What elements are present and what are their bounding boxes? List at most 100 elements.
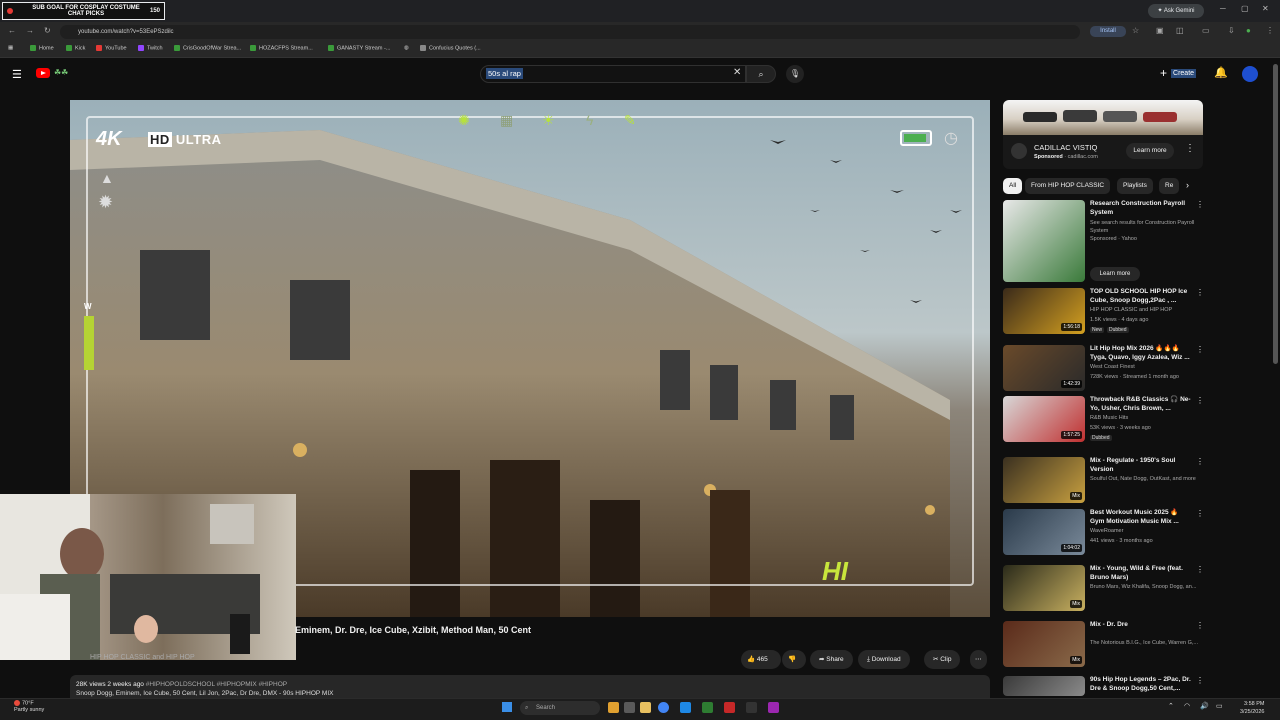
bookmark-crisgoodofwar[interactable]: CrisGoodOfWar Strea... — [174, 45, 241, 51]
like-button[interactable]: 👍 465 — [741, 650, 781, 669]
edge-icon[interactable] — [680, 702, 691, 713]
video-title-link[interactable]: Lit Hip Hop Mix 2026 🔥🔥🔥 Tyga, Quavo, Ig… — [1090, 345, 1194, 362]
browser-tab[interactable]: SUB GOAL FOR COSPLAY COSTUME CHAT PICKS 1… — [2, 2, 165, 20]
bookmark-globe[interactable]: ◍ — [404, 45, 409, 51]
chevron-right-icon[interactable]: › — [1186, 180, 1189, 190]
extension-icon[interactable]: ▣ — [1156, 26, 1164, 35]
channel-name[interactable]: HIP HOP CLASSIC and HIP HOP — [90, 654, 195, 661]
youtube-logo[interactable] — [36, 68, 50, 78]
more-options-icon[interactable]: ⋮ — [1196, 565, 1204, 574]
task-view-icon[interactable] — [624, 702, 635, 713]
obs-icon[interactable] — [724, 702, 735, 713]
xbox-icon[interactable] — [702, 702, 713, 713]
video-channel[interactable]: West Coast Finest — [1090, 364, 1202, 370]
clear-search-icon[interactable]: ✕ — [733, 67, 741, 78]
ad-title[interactable]: CADILLAC VISTIQ — [1034, 143, 1097, 152]
more-options-icon[interactable]: ⋮ — [1196, 345, 1204, 354]
more-options-icon[interactable]: ⋮ — [1196, 457, 1204, 466]
video-channel[interactable]: See search results for Construction Payr… — [1090, 219, 1202, 235]
weather-widget[interactable]: 70°F Partly sunny — [14, 700, 44, 714]
tray-chevron-icon[interactable]: ⌃ — [1168, 702, 1174, 710]
video-title-link[interactable]: TOP OLD SCHOOL HIP HOP Ice Cube, Snoop D… — [1090, 288, 1194, 305]
bookmark-twitch[interactable]: Twitch — [138, 45, 163, 51]
video-thumbnail[interactable]: 1:04:02 — [1003, 509, 1085, 555]
create-button[interactable]: + Create — [1160, 66, 1197, 80]
chip-from-channel[interactable]: From HIP HOP CLASSIC — [1025, 178, 1111, 194]
sponsored-learn-more-button[interactable]: Learn more — [1090, 267, 1140, 281]
video-title-link[interactable]: Mix - Regulate - 1950's Soul Version — [1090, 457, 1194, 474]
browser-menu-icon[interactable]: ⋮ — [1266, 26, 1274, 35]
forward-icon[interactable]: → — [26, 26, 34, 35]
video-thumbnail[interactable]: Mix — [1003, 565, 1085, 611]
more-options-icon[interactable]: ⋮ — [1196, 621, 1204, 630]
wifi-icon[interactable]: ◠ — [1184, 702, 1190, 710]
chip-related[interactable]: Re — [1159, 178, 1180, 194]
search-button[interactable]: ⌕ — [746, 65, 776, 83]
video-channel[interactable]: The Notorious B.I.G., Ice Cube, Warren G… — [1090, 640, 1202, 646]
video-thumbnail[interactable]: 1:57:25 — [1003, 396, 1085, 442]
file-explorer-icon[interactable] — [640, 702, 651, 713]
volume-icon[interactable]: 🔊 — [1200, 702, 1209, 710]
video-thumbnail[interactable]: 1:42:39 — [1003, 345, 1085, 391]
bookmark-youtube[interactable]: YouTube — [96, 45, 127, 51]
bookmark-kick[interactable]: Kick — [66, 45, 85, 51]
page-scrollbar[interactable] — [1273, 64, 1278, 364]
profile-icon[interactable]: ● — [1246, 26, 1251, 35]
doodle-icon[interactable]: ☘☘ — [54, 68, 68, 77]
chip-playlists[interactable]: Playlists — [1117, 178, 1153, 194]
bookmark-hozacfps[interactable]: HOZACFPS Stream... — [250, 45, 313, 51]
more-options-icon[interactable]: ⋮ — [1196, 396, 1204, 405]
more-actions-button[interactable]: ⋯ — [970, 650, 987, 669]
reload-icon[interactable]: ↻ — [44, 26, 51, 35]
downloads-icon[interactable]: ⇩ — [1228, 26, 1235, 35]
bookmark-home[interactable]: Home — [30, 45, 54, 51]
video-channel[interactable]: WaveRoamer — [1090, 528, 1202, 534]
video-thumbnail[interactable] — [1003, 676, 1085, 696]
install-button[interactable]: Install — [1090, 26, 1126, 37]
avatar[interactable] — [1242, 66, 1258, 82]
dislike-button[interactable]: 👎 — [782, 650, 806, 669]
video-thumbnail[interactable] — [1003, 200, 1085, 282]
video-title-link[interactable]: 90s Hip Hop Legends – 2Pac, Dr. Dre & Sn… — [1090, 676, 1194, 693]
video-channel[interactable]: R&B Music Hits — [1090, 415, 1202, 421]
video-thumbnail[interactable]: Mix — [1003, 457, 1085, 503]
video-title-link[interactable]: Research Construction Payroll System — [1090, 200, 1194, 217]
battery-tray-icon[interactable]: ▭ — [1216, 702, 1223, 710]
back-icon[interactable]: ← — [8, 26, 16, 35]
taskbar-app-icon[interactable] — [608, 702, 619, 713]
terminal-icon[interactable] — [746, 702, 757, 713]
ask-gemini-button[interactable]: ✦ Ask Gemini — [1148, 4, 1204, 18]
maximize-icon[interactable]: ▢ — [1241, 4, 1249, 13]
more-options-icon[interactable]: ⋮ — [1196, 288, 1204, 297]
ad-learn-more-button[interactable]: Learn more — [1126, 143, 1174, 159]
sidepanel-icon[interactable]: ▭ — [1202, 26, 1210, 35]
video-channel[interactable]: Soulful Out, Nate Dogg, OutKast, and mor… — [1090, 476, 1202, 482]
hamburger-menu-icon[interactable]: ☰ — [12, 68, 22, 81]
close-window-icon[interactable]: ✕ — [1262, 4, 1269, 13]
video-thumbnail[interactable]: Mix — [1003, 621, 1085, 667]
minimize-icon[interactable]: ─ — [1220, 4, 1226, 13]
more-options-icon[interactable]: ⋮ — [1196, 200, 1204, 209]
video-title-link[interactable]: Mix - Dr. Dre — [1090, 621, 1194, 630]
url-field[interactable]: youtube.com/watch?v=53EePSzdilc — [60, 25, 1080, 39]
download-button[interactable]: ⤓ Download — [858, 650, 910, 669]
ad-banner-image[interactable] — [1003, 100, 1203, 135]
taskbar-search[interactable]: ⌕ Search — [520, 701, 600, 715]
bookmark-confucius[interactable]: Confucius Quotes (... — [420, 45, 481, 51]
share-button[interactable]: ➦ Share — [810, 650, 853, 669]
video-title-link[interactable]: Throwback R&B Classics 🎧 Ne-Yo, Usher, C… — [1090, 396, 1194, 413]
puzzle-icon[interactable]: ◫ — [1176, 26, 1184, 35]
video-channel[interactable]: HIP HOP CLASSIC and HIP HOP — [1090, 307, 1202, 313]
clip-button[interactable]: ✂ Clip — [924, 650, 961, 669]
notifications-bell-icon[interactable]: 🔔 — [1214, 66, 1228, 79]
discord-icon[interactable] — [768, 702, 779, 713]
more-options-icon[interactable]: ⋮ — [1196, 676, 1204, 685]
search-input[interactable]: 50s al rap — [486, 68, 523, 79]
voice-search-button[interactable]: 🎙 — [786, 65, 804, 83]
system-clock[interactable]: 3:58 PM 3/25/2026 — [1240, 700, 1264, 716]
ad-more-icon[interactable]: ⋮ — [1185, 143, 1195, 154]
bookmark-ganasty[interactable]: GANASTY Stream -... — [328, 45, 390, 51]
chrome-icon[interactable] — [658, 702, 669, 713]
more-options-icon[interactable]: ⋮ — [1196, 509, 1204, 518]
windows-start-icon[interactable] — [502, 702, 512, 712]
